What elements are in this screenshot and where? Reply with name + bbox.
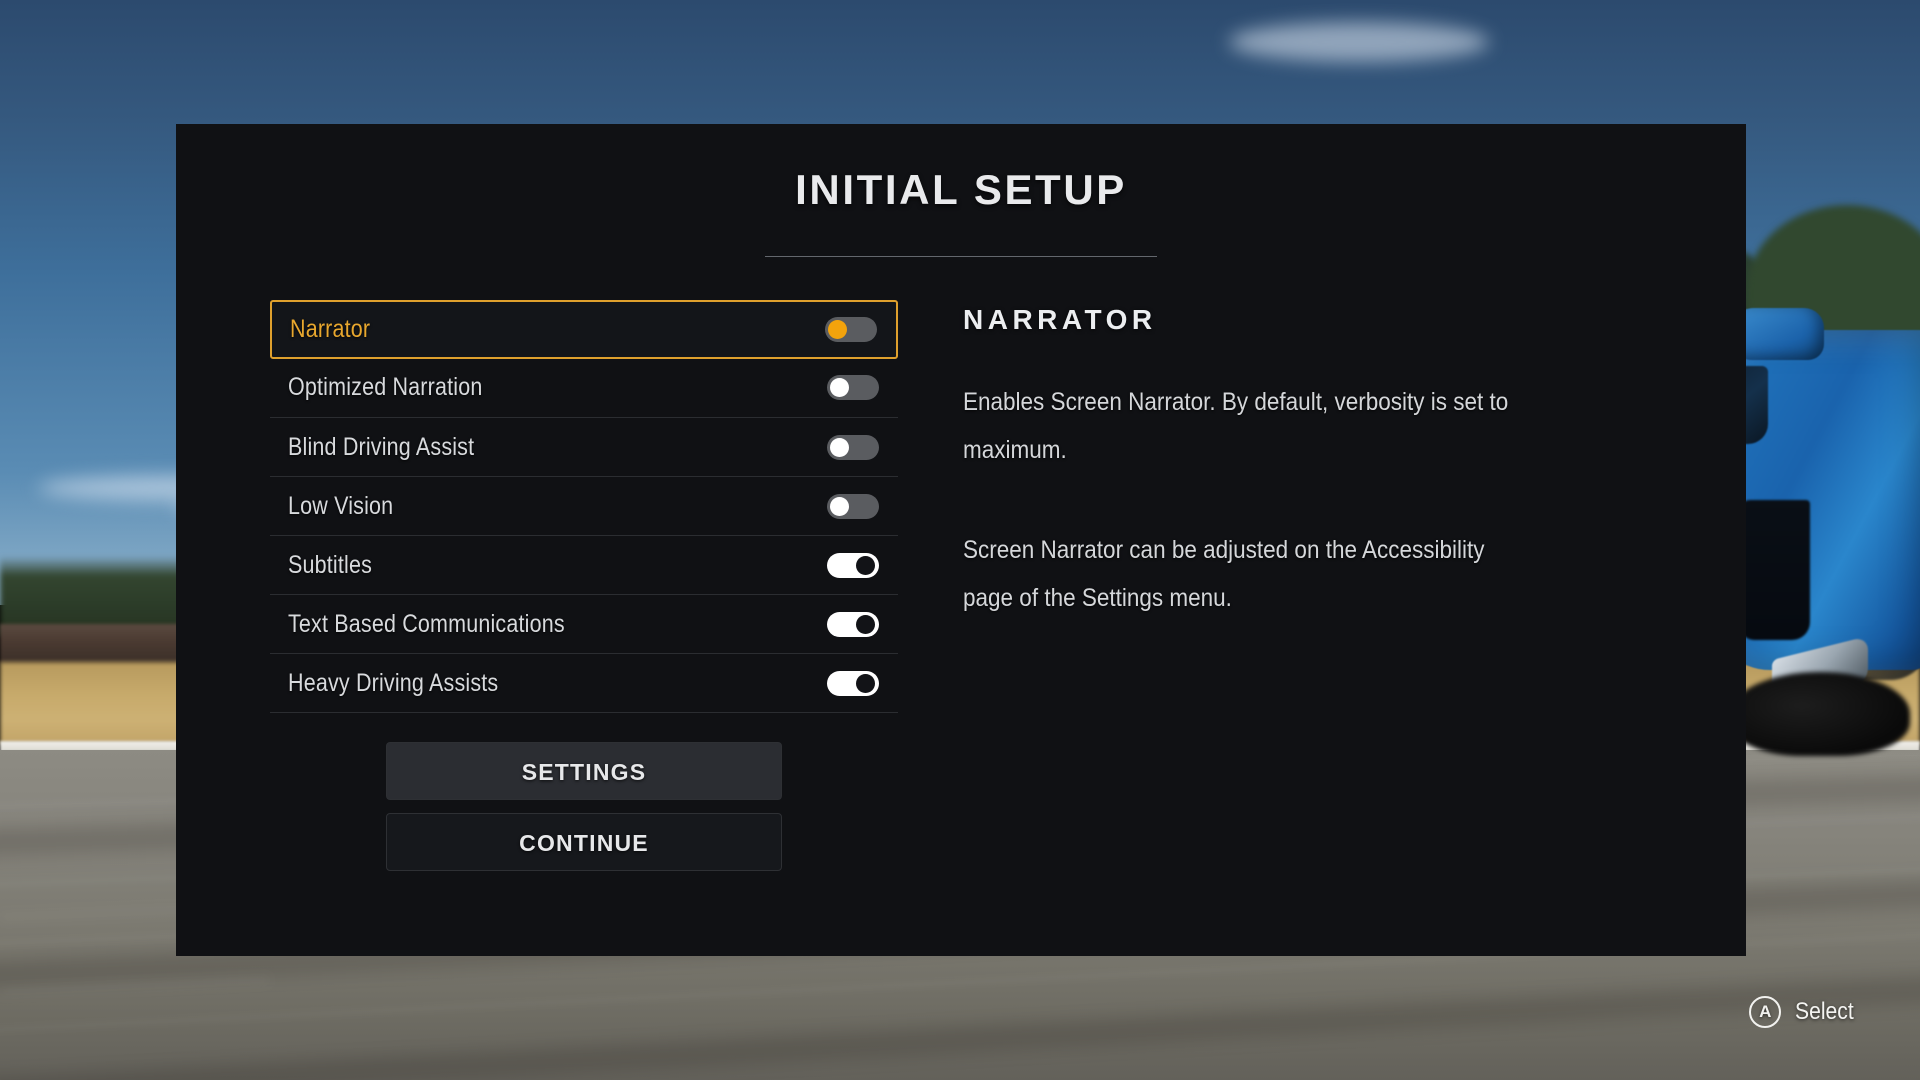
detail-column: NARRATOR Enables Screen Narrator. By def… [898, 301, 1656, 884]
continue-button[interactable]: CONTINUE [386, 813, 782, 871]
toggle-text-based-communications[interactable] [827, 611, 879, 637]
toggle-knob [830, 437, 849, 457]
option-row-low-vision[interactable]: Low Vision [270, 476, 898, 535]
detail-paragraph-1: Enables Screen Narrator. By default, ver… [963, 388, 1509, 464]
option-row-heavy-driving-assists[interactable]: Heavy Driving Assists [270, 653, 898, 712]
toggle-low-vision[interactable] [827, 493, 879, 519]
detail-title: NARRATOR [963, 304, 1157, 335]
controller-prompt-label: Select [1795, 998, 1854, 1025]
a-button-icon: A [1749, 996, 1782, 1028]
toggle-heavy-driving-assists[interactable] [827, 670, 879, 696]
option-label: Narrator [290, 315, 371, 343]
panel-content: Narrator Optimized Narration Blind Drivi… [176, 300, 1746, 884]
controller-prompt: A Select [1749, 996, 1862, 1028]
option-row-blind-driving-assist[interactable]: Blind Driving Assist [270, 417, 898, 476]
toggle-knob [830, 378, 849, 397]
toggle-knob [856, 555, 875, 575]
option-label: Text Based Communications [288, 609, 565, 638]
option-label: Heavy Driving Assists [288, 668, 499, 697]
detail-paragraph-2: Screen Narrator can be adjusted on the A… [963, 536, 1485, 612]
page-title: INITIAL SETUP [795, 166, 1127, 213]
toggle-knob [856, 614, 875, 634]
toggle-narrator[interactable] [825, 317, 877, 342]
option-label: Optimized Narration [288, 373, 483, 401]
title-divider [765, 256, 1157, 257]
settings-button[interactable]: SETTINGS [386, 742, 782, 800]
action-buttons: SETTINGS CONTINUE [270, 742, 898, 871]
option-row-narrator[interactable]: Narrator [270, 300, 898, 359]
option-label: Blind Driving Assist [288, 432, 475, 461]
option-row-text-based-communications[interactable]: Text Based Communications [270, 594, 898, 653]
toggle-knob [830, 496, 849, 516]
cloud [1228, 21, 1489, 62]
option-label: Low Vision [288, 491, 394, 520]
toggle-subtitles[interactable] [827, 552, 879, 578]
toggle-blind-driving-assist[interactable] [827, 434, 879, 460]
toggle-optimized-narration[interactable] [827, 375, 879, 400]
option-row-subtitles[interactable]: Subtitles [270, 535, 898, 594]
options-column: Narrator Optimized Narration Blind Drivi… [270, 300, 898, 884]
toggle-knob [856, 673, 875, 693]
toggle-knob [828, 320, 847, 339]
option-label: Subtitles [288, 550, 373, 579]
initial-setup-panel: INITIAL SETUP Narrator Optimized Narrati… [176, 124, 1746, 956]
option-row-optimized-narration[interactable]: Optimized Narration [270, 358, 898, 417]
accessibility-options-list: Narrator Optimized Narration Blind Drivi… [270, 300, 898, 713]
